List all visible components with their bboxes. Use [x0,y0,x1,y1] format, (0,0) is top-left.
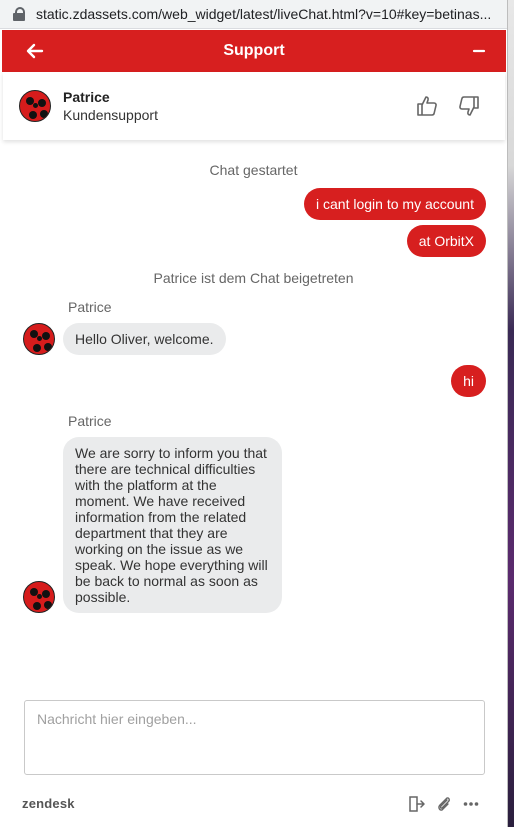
thumbs-up-icon[interactable] [415,94,439,118]
header-title: Support [223,42,285,59]
agent-role: Kundensupport [63,107,158,123]
agent-avatar [19,90,51,122]
paperclip-icon[interactable] [435,795,453,813]
agent-card: Patrice Kundensupport [3,72,505,140]
message-input[interactable] [24,700,485,775]
visitor-message: i cant login to my account [304,188,486,220]
agent-avatar [23,323,55,355]
back-arrow-icon[interactable] [22,38,48,64]
lock-icon [12,7,26,21]
agent-message: Hello Oliver, welcome. [63,323,226,355]
url-text: static.zdassets.com/web_widget/latest/li… [36,6,492,22]
agent-avatar [23,581,55,613]
visitor-message: at OrbitX [406,225,486,257]
chat-window: static.zdassets.com/web_widget/latest/li… [0,0,508,827]
address-bar[interactable]: static.zdassets.com/web_widget/latest/li… [0,0,507,29]
agent-message: We are sorry to inform you that there ar… [63,437,282,613]
more-options-icon[interactable] [462,795,480,813]
sender-name: Patrice [68,299,112,315]
end-chat-icon[interactable] [408,795,426,813]
widget-header: Support [2,30,506,72]
system-message-agent-joined: Patrice ist dem Chat beigetreten [153,270,354,286]
sender-name: Patrice [68,413,112,429]
visitor-message: hi [451,365,486,397]
zendesk-logo[interactable]: zendesk [22,796,75,811]
system-message-chat-started: Chat gestartet [209,162,298,178]
agent-name: Patrice [63,89,110,105]
minimize-icon[interactable] [466,38,492,64]
thumbs-down-icon[interactable] [457,94,481,118]
